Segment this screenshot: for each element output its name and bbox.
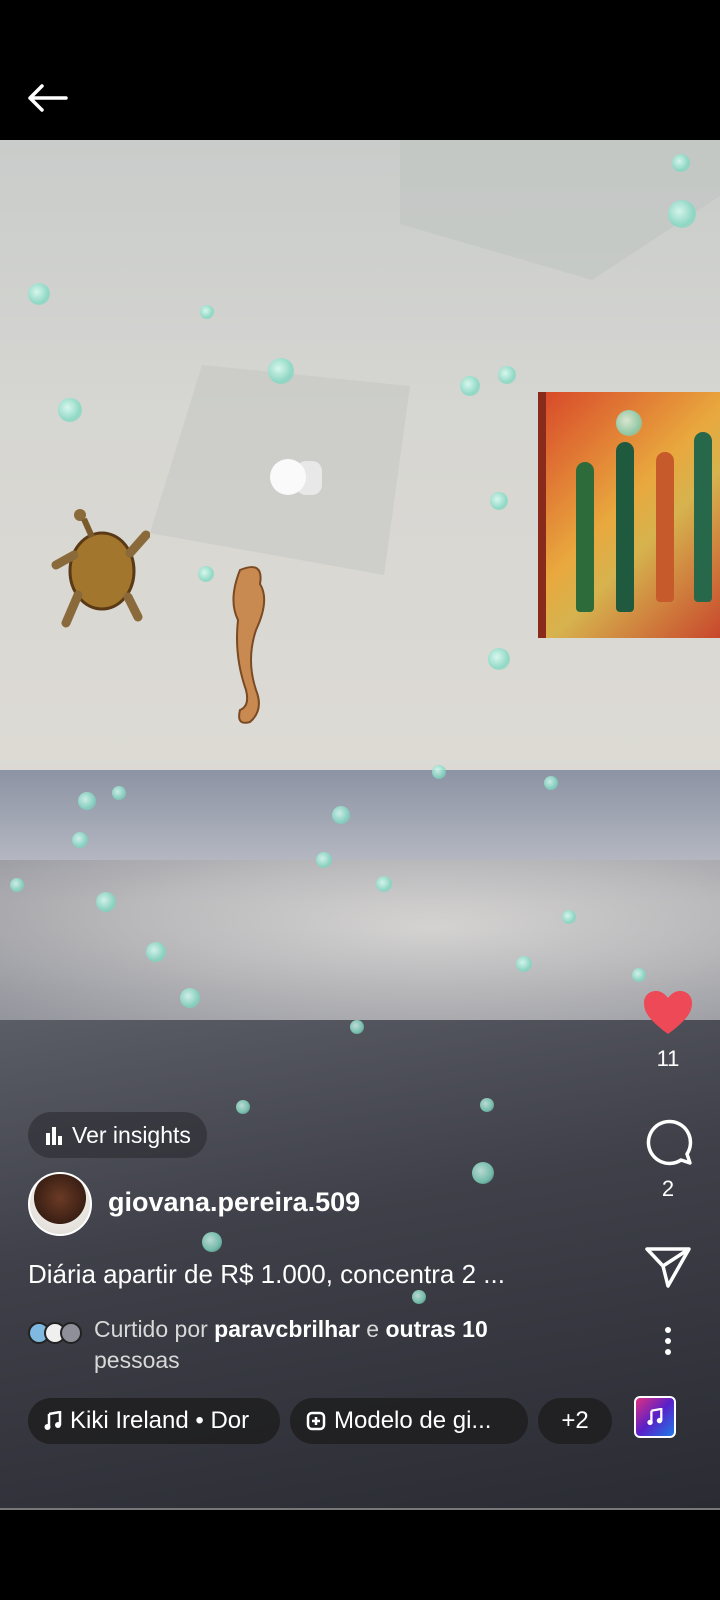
- paper-plane-icon: [645, 1247, 691, 1288]
- post-caption[interactable]: Diária apartir de R$ 1.000, concentra 2 …: [28, 1259, 598, 1290]
- sparkle-bubble: [202, 1232, 222, 1252]
- reel-media[interactable]: [0, 140, 720, 1510]
- liked-by-middle: e: [359, 1316, 386, 1342]
- sparkle-bubble: [236, 1100, 250, 1114]
- mural-sand: [0, 860, 720, 1030]
- liked-by-text: Curtido por paravcbrilhar e outras 10 pes…: [94, 1314, 564, 1376]
- sparkle-bubble: [180, 988, 200, 1008]
- more-vertical-icon: [665, 1327, 671, 1355]
- sparkle-bubble: [488, 648, 510, 670]
- sparkle-bubble: [198, 566, 214, 582]
- template-icon: [306, 1411, 326, 1431]
- liked-by-others[interactable]: outras 10: [386, 1316, 488, 1342]
- comment-action: 2: [620, 1116, 716, 1202]
- author-username[interactable]: giovana.pereira.509: [108, 1187, 360, 1218]
- liker-avatars: [28, 1322, 84, 1348]
- turtle-decoration: [51, 509, 150, 628]
- liked-by-user[interactable]: paravcbrilhar: [214, 1316, 360, 1342]
- sparkle-bubble: [268, 358, 294, 384]
- sparkle-bubble: [498, 366, 516, 384]
- music-note-icon: [647, 1408, 663, 1426]
- sparkle-bubble: [350, 1020, 364, 1034]
- liker-avatar: [60, 1322, 82, 1344]
- sparkle-bubble: [96, 892, 116, 912]
- like-count[interactable]: 11: [657, 1046, 680, 1072]
- liked-by-row[interactable]: Curtido por paravcbrilhar e outras 10 pes…: [28, 1314, 564, 1376]
- sparkle-bubble: [460, 376, 480, 396]
- seahorse-decoration: [232, 566, 266, 724]
- sparkle-bubble: [616, 410, 642, 436]
- audio-thumbnail[interactable]: [634, 1396, 676, 1438]
- sparkle-bubble: [672, 154, 690, 172]
- sparkle-bubble: [480, 1098, 494, 1112]
- music-chip-label: Kiki Ireland • Dor: [70, 1407, 250, 1434]
- back-button[interactable]: [22, 76, 72, 120]
- sparkle-bubble: [112, 786, 126, 800]
- more-options-button[interactable]: [662, 1326, 674, 1356]
- comment-count[interactable]: 2: [662, 1176, 674, 1202]
- sparkle-bubble: [200, 305, 214, 319]
- sparkle-bubble: [376, 876, 392, 892]
- like-button[interactable]: [643, 990, 693, 1036]
- more-action: [620, 1326, 716, 1356]
- sparkle-bubble: [472, 1162, 494, 1184]
- sparkle-bubble: [58, 398, 82, 422]
- template-chip-label: Modelo de gi...: [334, 1407, 492, 1434]
- sparkle-bubble: [146, 942, 166, 962]
- sparkle-bubble: [332, 806, 350, 824]
- music-chip[interactable]: Kiki Ireland • Dor: [28, 1398, 280, 1444]
- sparkle-bubble: [10, 878, 24, 892]
- template-chip[interactable]: Modelo de gi...: [290, 1398, 528, 1444]
- comment-bubble-icon: [646, 1119, 693, 1166]
- sparkle-bubble: [28, 283, 50, 305]
- insights-label: Ver insights: [72, 1121, 191, 1148]
- share-action: [620, 1246, 716, 1288]
- sparkle-bubble: [544, 776, 558, 790]
- sparkle-bubble: [432, 765, 446, 779]
- wall-lamp: [270, 459, 322, 495]
- sparkle-bubble: [316, 852, 332, 868]
- insights-button[interactable]: Ver insights: [28, 1112, 207, 1158]
- more-chips-label: +2: [561, 1407, 589, 1434]
- bottom-bar: [0, 1510, 720, 1600]
- author-avatar[interactable]: [28, 1172, 92, 1236]
- share-button[interactable]: [645, 1246, 691, 1288]
- sparkle-bubble: [78, 792, 96, 810]
- liked-by-prefix: Curtido por: [94, 1316, 215, 1342]
- sparkle-bubble: [412, 1290, 426, 1304]
- arrow-left-icon: [28, 84, 68, 112]
- liked-by-suffix: pessoas: [94, 1347, 180, 1373]
- sparkle-bubble: [72, 832, 88, 848]
- comment-button[interactable]: [643, 1116, 693, 1166]
- sparkle-bubble: [516, 956, 532, 972]
- sparkle-bubble: [632, 968, 646, 982]
- top-bar: [0, 0, 720, 140]
- heart-icon: [644, 991, 692, 1034]
- like-action: 11: [620, 990, 716, 1072]
- more-chips-button[interactable]: +2: [538, 1398, 612, 1444]
- bar-chart-icon: [46, 1127, 62, 1145]
- sparkle-bubble: [668, 200, 696, 228]
- sparkle-bubble: [562, 910, 576, 924]
- chips-row: Kiki Ireland • Dor Modelo de gi... +2: [28, 1398, 612, 1444]
- sparkle-bubble: [490, 492, 508, 510]
- music-note-icon: [44, 1411, 62, 1430]
